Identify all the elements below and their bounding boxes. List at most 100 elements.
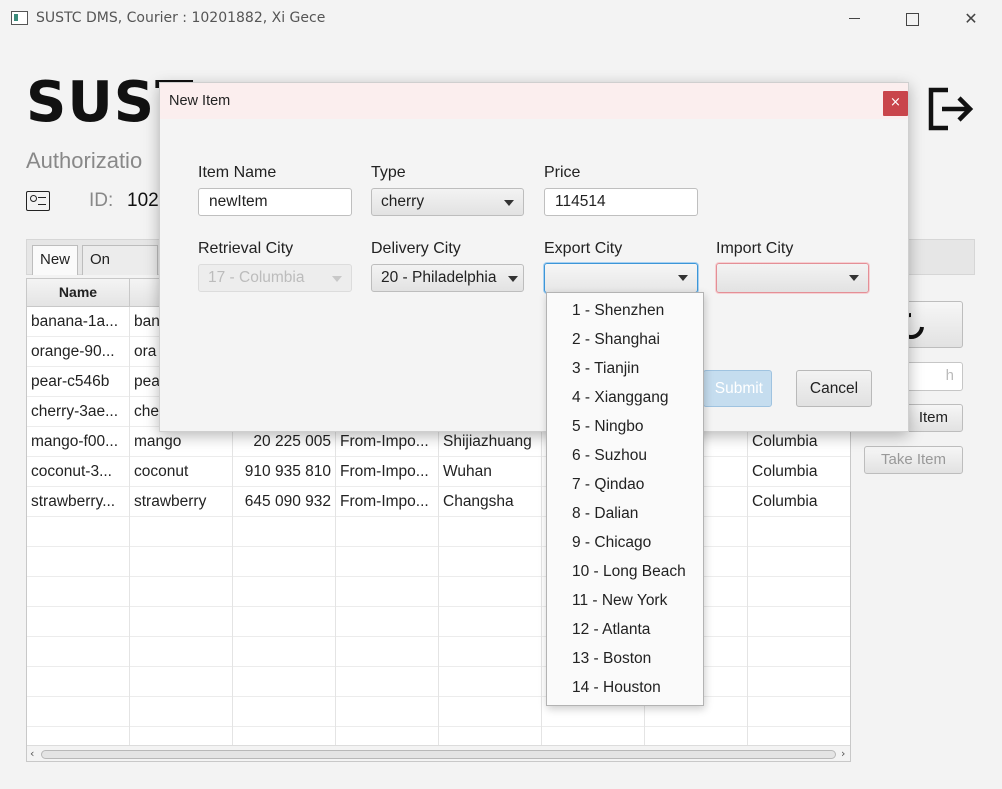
table-row[interactable] [27, 697, 850, 727]
cancel-button[interactable]: Cancel [796, 370, 872, 407]
table-row[interactable] [27, 667, 850, 697]
table-row[interactable] [27, 517, 850, 547]
table-cell [233, 547, 336, 577]
table-cell [439, 607, 542, 637]
item-name-field[interactable]: newItem [198, 188, 352, 216]
import-city-label: Import City [716, 240, 794, 257]
table-cell [130, 517, 233, 547]
table-row[interactable] [27, 547, 850, 577]
table-cell [336, 697, 439, 727]
table-cell [336, 637, 439, 667]
chevron-down-icon [849, 275, 859, 281]
table-cell [233, 577, 336, 607]
table-cell: Changsha [439, 487, 542, 517]
table-cell [233, 667, 336, 697]
table-cell [130, 697, 233, 727]
window-close-button[interactable]: ✕ [957, 7, 985, 31]
dropdown-option[interactable]: 10 - Long Beach [547, 557, 703, 586]
tab-on-going[interactable]: On going [82, 245, 158, 296]
id-card-icon [26, 191, 50, 211]
dropdown-option[interactable]: 11 - New York [547, 586, 703, 615]
logout-icon[interactable] [926, 84, 976, 134]
table-cell [27, 607, 130, 637]
dropdown-option[interactable]: 9 - Chicago [547, 528, 703, 557]
table-cell [336, 607, 439, 637]
table-cell: Columbia [748, 457, 850, 487]
chevron-down-icon [504, 200, 514, 206]
table-row[interactable]: coconut-3... coconut 910 935 810 From-Impo.… [27, 457, 850, 487]
table-cell [27, 547, 130, 577]
type-combobox[interactable]: cherry [371, 188, 524, 216]
type-label: Type [371, 164, 406, 181]
table-cell [336, 577, 439, 607]
delivery-city-label: Delivery City [371, 240, 461, 257]
table-cell [233, 607, 336, 637]
table-cell: 910 935 810 [233, 457, 336, 487]
dropdown-option[interactable]: 8 - Dalian [547, 499, 703, 528]
export-city-combobox[interactable] [544, 263, 698, 293]
app-icon [11, 11, 28, 25]
dropdown-option[interactable]: 5 - Ningbo [547, 412, 703, 441]
scroll-left-icon[interactable]: ‹ [30, 747, 34, 760]
dropdown-option[interactable]: 2 - Shanghai [547, 325, 703, 354]
table-row[interactable] [27, 607, 850, 637]
price-field[interactable]: 114514 [544, 188, 698, 216]
table-cell [233, 697, 336, 727]
table-cell [27, 697, 130, 727]
dialog-title: New Item [169, 93, 231, 109]
table-row[interactable]: strawberry... strawberry 645 090 932 From-I… [27, 487, 850, 517]
table-cell [748, 577, 850, 607]
table-cell [27, 637, 130, 667]
export-city-label: Export City [544, 240, 623, 257]
table-cell [439, 577, 542, 607]
delivery-city-combobox[interactable]: 20 - Philadelphia [371, 264, 524, 292]
table-cell [130, 547, 233, 577]
table-cell [748, 547, 850, 577]
dropdown-option[interactable]: 1 - Shenzhen [547, 296, 703, 325]
dropdown-option[interactable]: 14 - Houston [547, 673, 703, 702]
table-cell [27, 517, 130, 547]
scroll-right-icon[interactable]: › [841, 747, 845, 760]
column-header-name[interactable]: Name [27, 279, 130, 307]
dropdown-option[interactable]: 4 - Xianggang [547, 383, 703, 412]
retrieval-city-label: Retrieval City [198, 240, 294, 257]
dropdown-option[interactable]: 12 - Atlanta [547, 615, 703, 644]
table-cell [439, 637, 542, 667]
table-cell [336, 667, 439, 697]
import-city-combobox[interactable] [716, 263, 869, 293]
dropdown-option[interactable]: 7 - Qindao [547, 470, 703, 499]
id-value: 102 [127, 190, 159, 211]
table-cell: From-Impo... [336, 457, 439, 487]
dropdown-option[interactable]: 6 - Suzhou [547, 441, 703, 470]
table-cell: Wuhan [439, 457, 542, 487]
table-cell [233, 517, 336, 547]
table-cell: strawberry... [27, 487, 130, 517]
table-cell: mango-f00... [27, 427, 130, 457]
maximize-button[interactable] [898, 7, 926, 31]
table-cell: From-Impo... [336, 487, 439, 517]
table-cell: strawberry [130, 487, 233, 517]
retrieval-city-combobox: 17 - Columbia [198, 264, 352, 292]
table-cell: orange-90... [27, 337, 130, 367]
take-item-button[interactable]: Take Item [864, 446, 963, 474]
dialog-close-button[interactable]: × [883, 91, 908, 116]
table-cell: Columbia [748, 487, 850, 517]
scrollbar-thumb[interactable] [41, 750, 836, 759]
table-cell: banana-1a... [27, 307, 130, 337]
table-row[interactable] [27, 577, 850, 607]
table-cell [748, 667, 850, 697]
price-label: Price [544, 164, 581, 181]
tab-new[interactable]: New [32, 245, 78, 275]
horizontal-scrollbar[interactable]: ‹ › [27, 745, 850, 761]
submit-button[interactable]: Submit [703, 370, 772, 407]
dropdown-option[interactable]: 3 - Tianjin [547, 354, 703, 383]
chevron-down-icon [332, 276, 342, 282]
minimize-button[interactable] [841, 7, 869, 31]
table-row[interactable] [27, 637, 850, 667]
table-cell [27, 667, 130, 697]
table-cell [748, 637, 850, 667]
chevron-down-icon [508, 276, 518, 282]
window-title: SUSTC DMS, Courier : 10201882, Xi Gece [36, 10, 326, 26]
table-cell [130, 637, 233, 667]
dropdown-option[interactable]: 13 - Boston [547, 644, 703, 673]
